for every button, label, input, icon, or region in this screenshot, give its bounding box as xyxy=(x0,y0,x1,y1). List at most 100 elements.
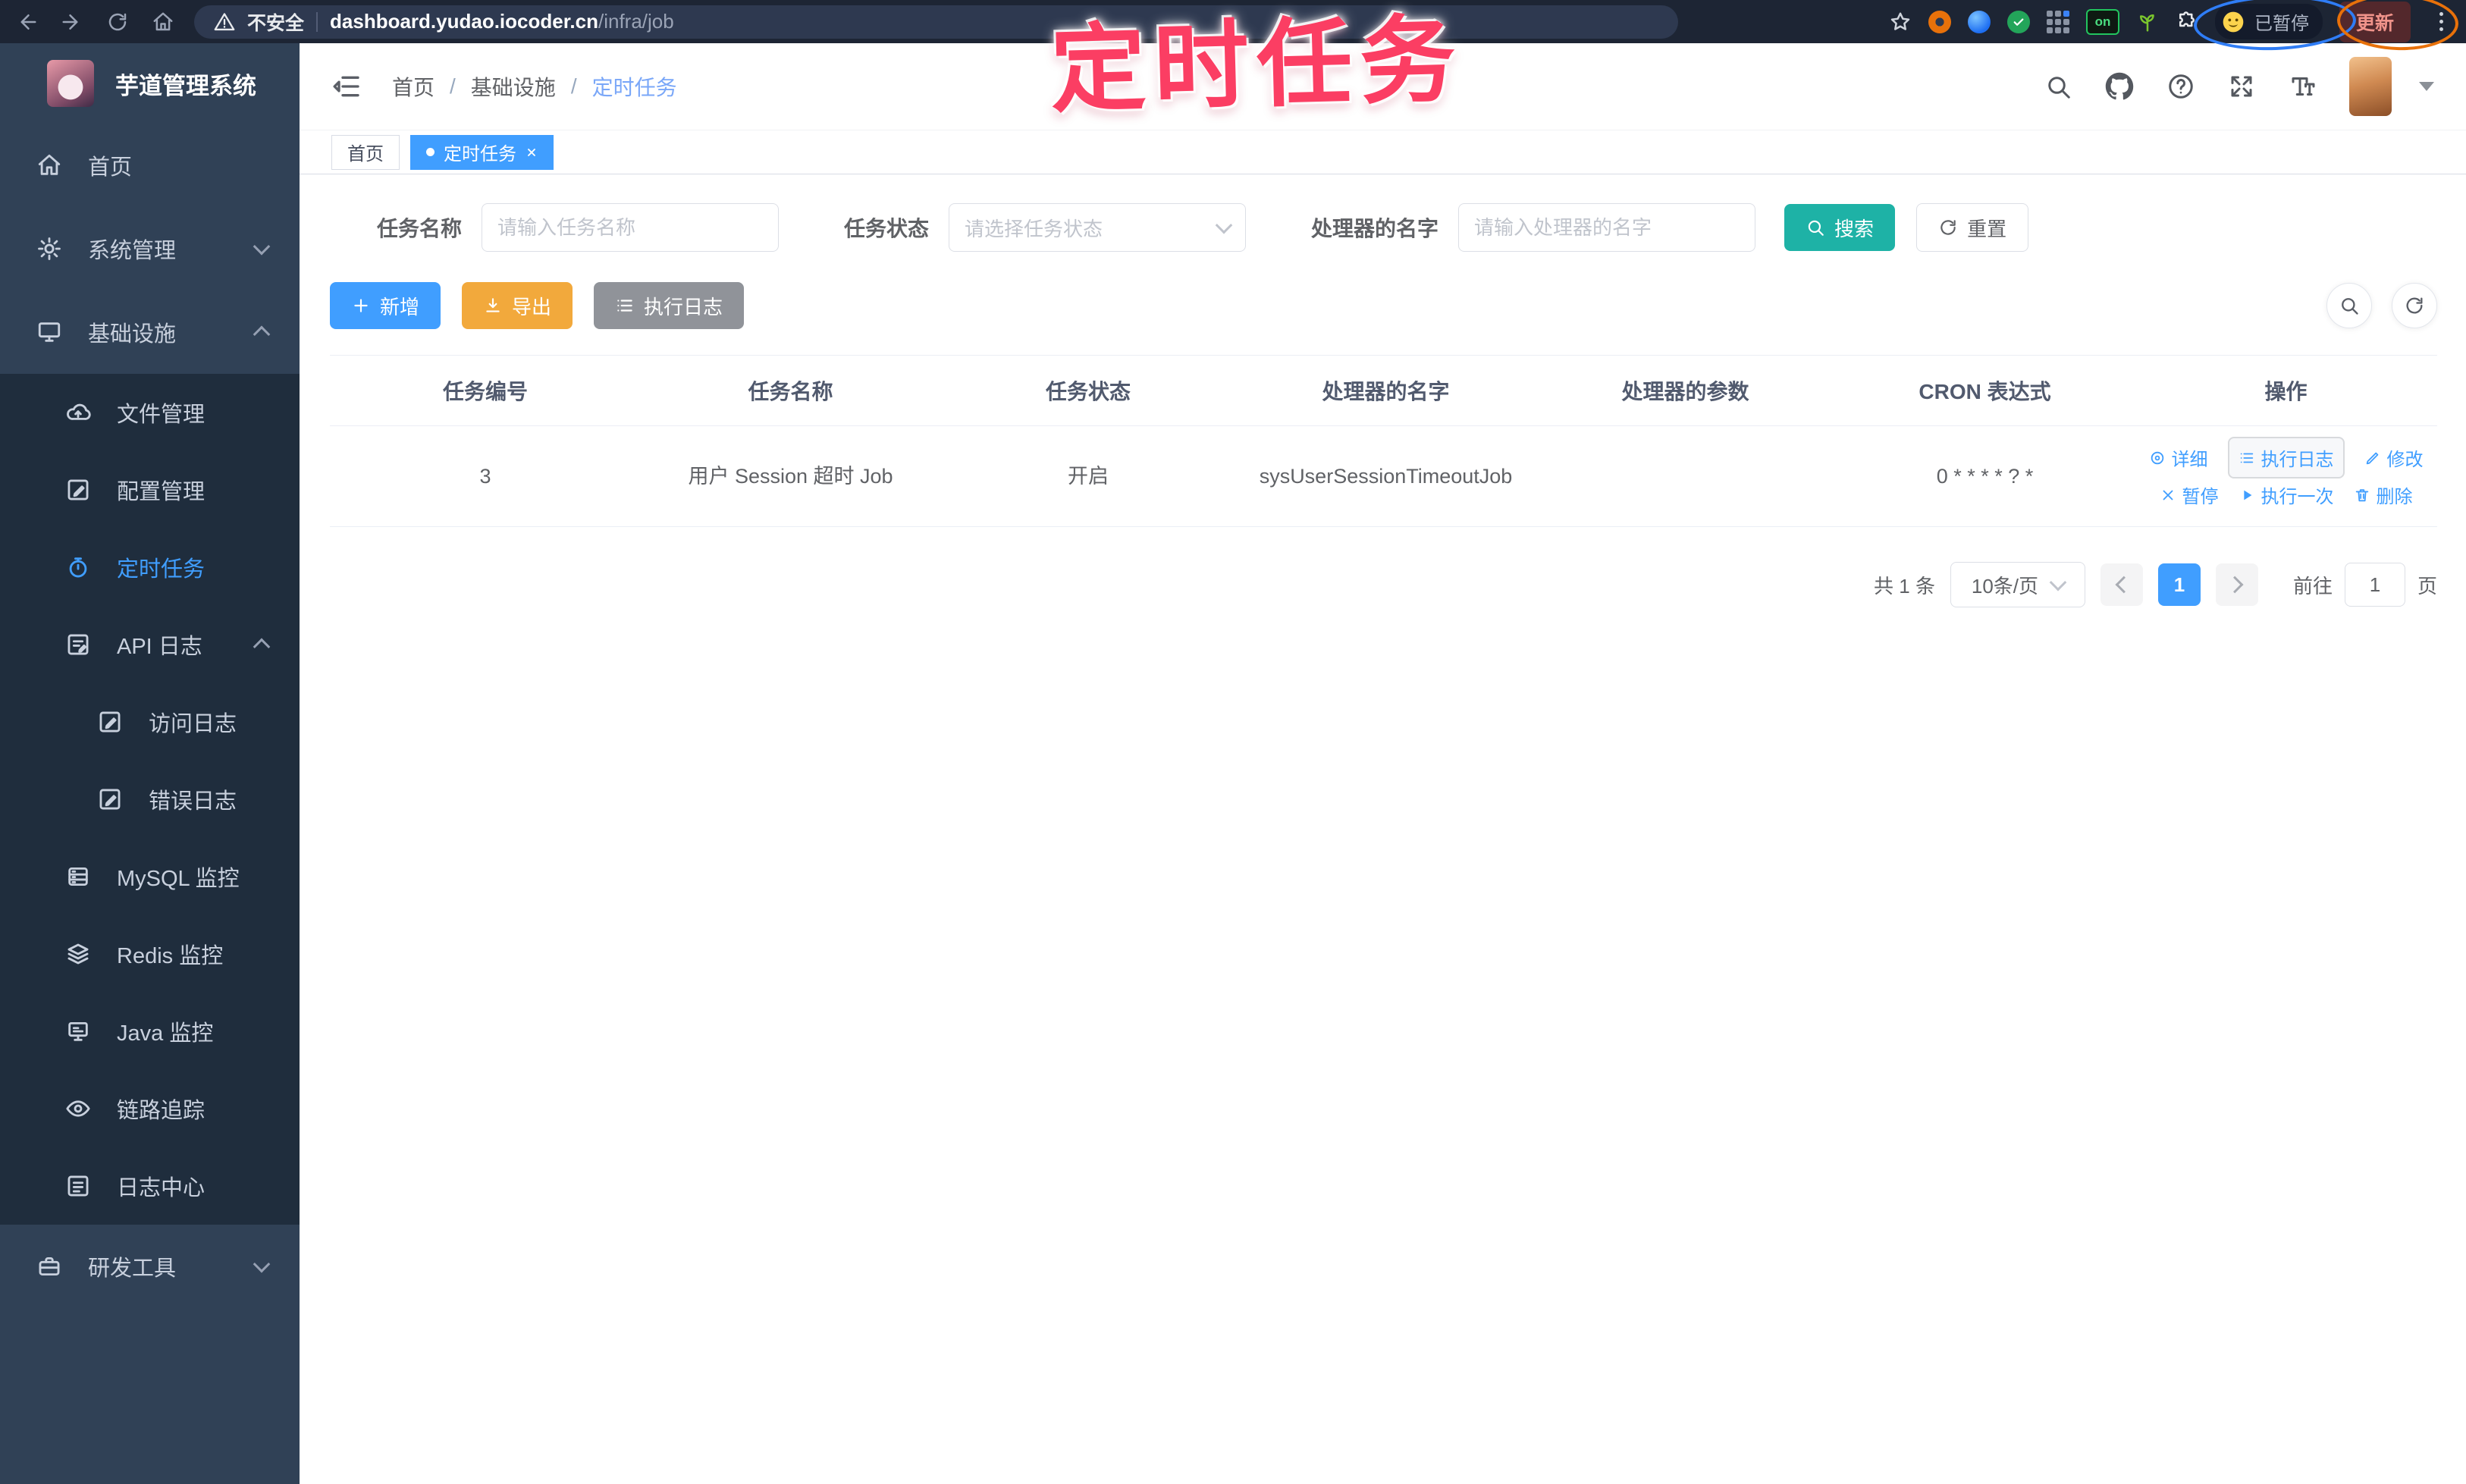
extension-grid-icon[interactable] xyxy=(2046,10,2069,33)
browser-forward-icon[interactable] xyxy=(61,11,83,33)
browser-home-icon[interactable] xyxy=(152,11,174,33)
detail-link[interactable]: 详细 xyxy=(2149,444,2208,471)
exec-log-button-label: 执行日志 xyxy=(644,295,723,318)
extension-blue-icon[interactable] xyxy=(1967,10,1991,33)
reset-button-label: 重置 xyxy=(1967,217,2007,240)
browser-back-icon[interactable] xyxy=(15,11,38,33)
sidebar-item-label: 配置管理 xyxy=(117,480,206,504)
add-button[interactable]: 新增 xyxy=(330,282,441,329)
goto-page-input[interactable] xyxy=(2344,563,2405,607)
sidebar-item-dev-tools[interactable]: 研发工具 xyxy=(0,1225,300,1308)
sidebar-item-mysql[interactable]: MySQL 监控 xyxy=(0,838,300,915)
fullscreen-icon[interactable] xyxy=(2228,73,2255,100)
sidebar-item-tracing[interactable]: 链路追踪 xyxy=(0,1070,300,1147)
font-size-icon[interactable] xyxy=(2289,73,2316,100)
browser-menu-icon[interactable] xyxy=(2432,9,2451,34)
cell-status: 开启 xyxy=(1068,464,1109,488)
omnibox-divider xyxy=(316,11,318,32)
sidebar-item-label: 日志中心 xyxy=(117,1176,206,1200)
user-avatar[interactable] xyxy=(2349,57,2392,116)
sidebar-item-infra[interactable]: 基础设施 xyxy=(0,290,300,374)
extensions-puzzle-icon[interactable] xyxy=(2176,11,2198,33)
pause-link[interactable]: 暂停 xyxy=(2160,482,2219,508)
table-body: 3 用户 Session 超时 Job 开启 sysUserSessionTim… xyxy=(330,426,2437,527)
sidebar-item-system[interactable]: 系统管理 xyxy=(0,207,300,290)
sidebar-submenu-infra: 文件管理 配置管理 定时任务 API 日志 访问日志 错误日志 MySQL 监控… xyxy=(0,374,300,1225)
app-frame: 芋道管理系统 首页 系统管理 基础设施 文件管理 配置管理 定时任务 API 日… xyxy=(0,43,2466,1484)
toggle-search-button[interactable] xyxy=(2326,283,2372,328)
delete-link[interactable]: 删除 xyxy=(2354,482,2413,508)
chevron-down-icon xyxy=(253,237,271,256)
access-log-icon xyxy=(99,711,121,733)
url-domain: dashboard.yudao.iocoder.cn xyxy=(330,10,598,33)
browser-update-button[interactable]: 更新 xyxy=(2339,1,2411,42)
sidebar-item-log-center[interactable]: 日志中心 xyxy=(0,1147,300,1225)
edit-icon xyxy=(67,479,89,500)
chevron-up-icon xyxy=(253,325,271,344)
task-name-input[interactable] xyxy=(482,203,780,252)
page-size-value: 10条/页 xyxy=(1971,574,2039,598)
search-button[interactable]: 搜索 xyxy=(1784,204,1896,251)
task-status-select[interactable]: 请选择任务状态 xyxy=(949,203,1247,252)
sidebar-item-redis[interactable]: Redis 监控 xyxy=(0,915,300,993)
next-page-button[interactable] xyxy=(2215,563,2258,606)
extension-paused-pill[interactable]: 已暂停 xyxy=(2214,4,2323,39)
refresh-table-button[interactable] xyxy=(2392,283,2437,328)
export-button[interactable]: 导出 xyxy=(462,282,573,329)
sidebar-logo-row[interactable]: 芋道管理系统 xyxy=(0,43,300,124)
extension-on-badge[interactable]: on xyxy=(2085,8,2119,35)
breadcrumb-current: 定时任务 xyxy=(591,76,677,99)
sidebar-item-label: API 日志 xyxy=(117,635,202,659)
breadcrumb-infra[interactable]: 基础设施 xyxy=(471,71,556,102)
reset-button[interactable]: 重置 xyxy=(1916,203,2029,252)
browser-reload-icon[interactable] xyxy=(106,11,129,33)
api-log-icon xyxy=(67,634,89,655)
prev-page-button[interactable] xyxy=(2100,563,2143,606)
search-icon xyxy=(1808,220,1824,236)
sidebar-item-files[interactable]: 文件管理 xyxy=(0,374,300,451)
extension-check-icon[interactable] xyxy=(2006,10,2030,33)
filter-form: 任务名称 任务状态 请选择任务状态 处理器的名字 搜索 重置 xyxy=(377,203,2437,252)
github-icon[interactable] xyxy=(2105,72,2134,101)
table-toolbar: 新增 导出 执行日志 xyxy=(330,282,2437,329)
extension-ring-icon[interactable] xyxy=(1928,10,1951,33)
browser-extension-area: on 已暂停 更新 xyxy=(1889,1,2451,42)
col-header-name: 任务名称 xyxy=(748,380,833,403)
sidebar-item-access-log[interactable]: 访问日志 xyxy=(0,683,300,761)
sidebar-item-error-log[interactable]: 错误日志 xyxy=(0,761,300,838)
url-path: /infra/job xyxy=(598,10,674,33)
layers-icon xyxy=(67,943,89,965)
avatar-caret-icon[interactable] xyxy=(2419,82,2434,91)
bookmark-star-icon[interactable] xyxy=(1889,11,1912,33)
page-1-button[interactable]: 1 xyxy=(2157,563,2201,606)
sidebar-item-home[interactable]: 首页 xyxy=(0,124,300,207)
handler-name-input[interactable] xyxy=(1458,203,1756,252)
help-icon[interactable] xyxy=(2167,73,2195,100)
page-size-select[interactable]: 10条/页 xyxy=(1950,562,2085,607)
sidebar-item-api-log[interactable]: API 日志 xyxy=(0,606,300,683)
exec-log-button[interactable]: 执行日志 xyxy=(594,282,745,329)
pagination-total: 共 1 条 xyxy=(1874,574,1935,598)
edit-link[interactable]: 修改 xyxy=(2364,444,2424,471)
url-bar[interactable]: 不安全 dashboard.yudao.iocoder.cn/infra/job xyxy=(194,5,1678,39)
plant-extension-icon[interactable] xyxy=(2136,11,2159,33)
sidebar-item-job[interactable]: 定时任务 xyxy=(0,529,300,606)
col-header-params: 处理器的参数 xyxy=(1621,380,1749,403)
goto-label: 前往 xyxy=(2292,574,2333,598)
table-row: 3 用户 Session 超时 Job 开启 sysUserSessionTim… xyxy=(330,426,2437,527)
row-exec-log-link[interactable]: 执行日志 xyxy=(2239,444,2334,471)
sidebar-collapse-icon[interactable] xyxy=(331,71,362,102)
run-once-link[interactable]: 执行一次 xyxy=(2239,482,2334,508)
search-icon[interactable] xyxy=(2044,73,2072,100)
close-icon[interactable] xyxy=(526,146,538,158)
browser-toolbar: 不安全 dashboard.yudao.iocoder.cn/infra/job… xyxy=(0,0,2466,43)
chevron-up-icon xyxy=(253,638,271,656)
java-monitor-icon xyxy=(68,1021,88,1041)
sidebar-item-java[interactable]: Java 监控 xyxy=(0,993,300,1070)
breadcrumb-home[interactable]: 首页 xyxy=(392,71,435,102)
tag-home[interactable]: 首页 xyxy=(331,134,400,170)
tag-job-active[interactable]: 定时任务 xyxy=(410,134,554,170)
sidebar-item-config[interactable]: 配置管理 xyxy=(0,451,300,529)
cloud-upload-icon xyxy=(67,403,91,420)
tag-label: 定时任务 xyxy=(444,144,516,165)
